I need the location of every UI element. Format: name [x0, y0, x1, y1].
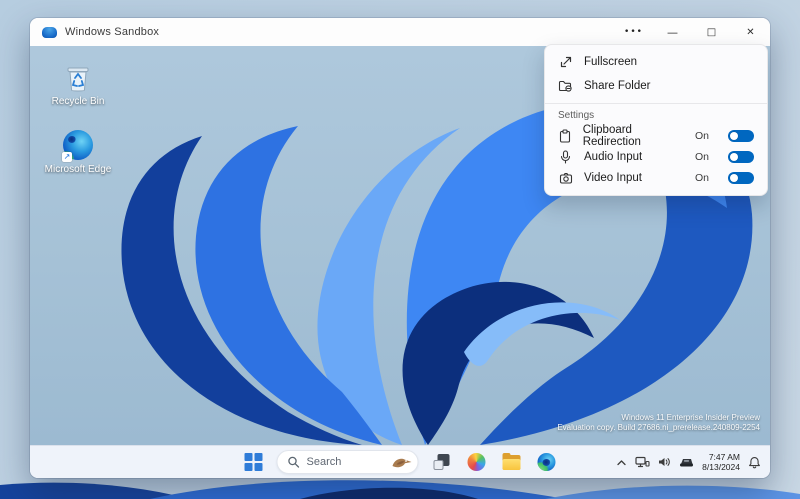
- desktop-icon-label: Recycle Bin: [51, 96, 105, 107]
- maximize-button[interactable]: □: [692, 18, 731, 46]
- tray-status-icon[interactable]: [679, 456, 694, 468]
- file-explorer-button[interactable]: [500, 450, 524, 474]
- search-icon: [288, 456, 300, 468]
- edge-taskbar-button[interactable]: [535, 450, 559, 474]
- shortcut-arrow-icon: ↗: [62, 152, 72, 162]
- task-view-icon: [433, 454, 450, 470]
- tray-date: 8/13/2024: [702, 462, 740, 472]
- toggle-knob: [730, 152, 738, 161]
- setting-label: Clipboard Redirection: [582, 123, 641, 148]
- watermark-line1: Windows 11 Enterprise Insider Preview: [621, 413, 760, 422]
- toggle-knob: [730, 131, 738, 140]
- menu-item-label: Fullscreen: [584, 56, 638, 68]
- notification-bell-icon[interactable]: [748, 456, 761, 469]
- fullscreen-icon: [558, 55, 573, 69]
- setting-label: Audio Input: [584, 150, 643, 163]
- search-label: Search: [306, 456, 342, 468]
- search-box[interactable]: Search: [276, 450, 419, 474]
- desktop-icon-label: Microsoft Edge: [44, 164, 112, 175]
- windows-sandbox-window: Windows Sandbox ••• — □ ✕ Recycle Bin ↗ …: [30, 18, 770, 478]
- clock[interactable]: 7:47 AM 8/13/2024: [702, 452, 740, 472]
- settings-section-label: Settings: [558, 110, 595, 121]
- setting-state: On: [694, 171, 709, 184]
- network-icon[interactable]: [635, 456, 650, 468]
- windows-logo-icon: [244, 453, 263, 471]
- tray-time: 7:47 AM: [708, 452, 740, 462]
- watermark-line2: Evaluation copy. Build 27686.ni_prerelea…: [557, 423, 760, 432]
- desktop-icon-microsoft-edge[interactable]: ↗ Microsoft Edge: [40, 128, 116, 175]
- menu-item-label: Share Folder: [584, 80, 651, 92]
- setting-state: On: [694, 129, 709, 142]
- sandbox-app-icon: [42, 26, 57, 38]
- volume-icon[interactable]: [658, 456, 671, 468]
- titlebar[interactable]: Windows Sandbox ••• — □ ✕: [30, 18, 770, 46]
- task-view-button[interactable]: [430, 450, 454, 474]
- edge-icon: [537, 453, 556, 471]
- setting-audio-input[interactable]: Audio Input On: [545, 146, 767, 167]
- edge-desktop-icon: ↗: [61, 128, 95, 162]
- setting-label: Video Input: [584, 171, 642, 184]
- tray-overflow-chevron-icon[interactable]: [616, 458, 627, 467]
- taskbar-center-group: Search: [242, 446, 559, 478]
- search-highlight-bird-icon[interactable]: [391, 453, 415, 471]
- desktop-icon-recycle-bin[interactable]: Recycle Bin: [40, 60, 116, 107]
- menu-item-share-folder[interactable]: Share Folder: [545, 74, 767, 98]
- recycle-bin-icon: [61, 60, 95, 94]
- setting-clipboard-redirection[interactable]: Clipboard Redirection On: [545, 123, 767, 148]
- menu-item-fullscreen[interactable]: Fullscreen: [545, 50, 767, 74]
- clipboard-icon: [558, 128, 572, 143]
- copilot-icon: [467, 453, 486, 471]
- window-controls: ••• — □ ✕: [614, 18, 770, 46]
- minimize-button[interactable]: —: [653, 18, 692, 46]
- clipboard-toggle[interactable]: [728, 129, 754, 142]
- options-menu-button[interactable]: •••: [614, 18, 653, 46]
- share-folder-icon: [558, 79, 573, 93]
- audio-toggle[interactable]: [728, 150, 754, 163]
- start-button[interactable]: [242, 450, 266, 474]
- evaluation-watermark: Windows 11 Enterprise Insider Preview Ev…: [557, 413, 760, 433]
- options-menu-popup: Fullscreen Share Folder Settings Clipboa…: [544, 44, 768, 196]
- host-wallpaper: [0, 480, 800, 499]
- file-explorer-icon: [502, 452, 521, 470]
- camera-icon: [558, 172, 573, 184]
- system-tray: 7:47 AM 8/13/2024: [616, 446, 761, 478]
- close-button[interactable]: ✕: [731, 18, 770, 46]
- microphone-icon: [558, 149, 573, 164]
- menu-divider: [545, 103, 767, 104]
- setting-video-input[interactable]: Video Input On: [545, 167, 767, 188]
- sandbox-taskbar: Search 7:47 AM 8/13/2024: [30, 445, 770, 478]
- setting-state: On: [694, 150, 709, 163]
- copilot-button[interactable]: [465, 450, 489, 474]
- video-toggle[interactable]: [728, 171, 754, 184]
- toggle-knob: [730, 173, 738, 182]
- window-title: Windows Sandbox: [65, 26, 160, 38]
